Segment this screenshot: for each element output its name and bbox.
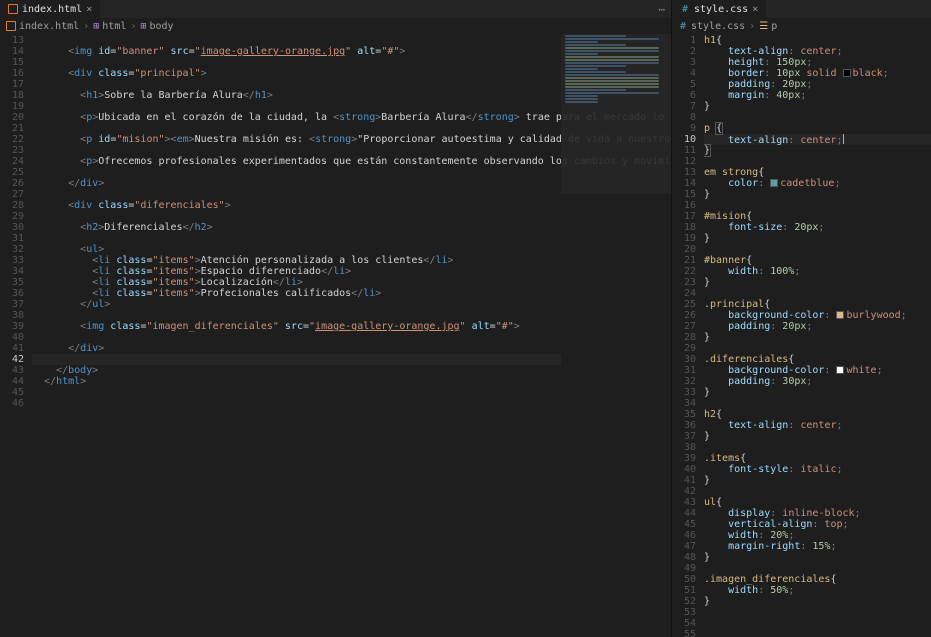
chevron-right-icon: › [749, 21, 755, 32]
line-gutter: 1234567891011121314151617181920212223242… [672, 34, 704, 637]
editor-pane-right: style.css × style.css › ☰ p 123456789101… [672, 0, 931, 637]
tab-style-css[interactable]: style.css × [672, 0, 766, 18]
breadcrumb-item[interactable]: body [149, 21, 173, 32]
close-icon[interactable]: × [752, 4, 758, 15]
breadcrumb-item[interactable]: html [102, 21, 126, 32]
breadcrumb-tag-icon: ⊞ [93, 21, 99, 32]
editor-area-left[interactable]: 1314151617181920212223242526272829303132… [0, 34, 671, 637]
tab-overflow-icon[interactable]: ⋯ [658, 3, 671, 16]
css-rule-icon: ☰ [759, 21, 768, 32]
close-icon[interactable]: × [86, 4, 92, 15]
tab-label: index.html [22, 4, 82, 15]
html-file-icon [6, 21, 16, 31]
tab-label: style.css [694, 4, 748, 15]
chevron-right-icon: › [130, 21, 136, 32]
css-file-icon [680, 4, 690, 14]
breadcrumbs-left[interactable]: index.html › ⊞ html › ⊞ body [0, 18, 671, 34]
tab-bar-left: index.html × ⋯ [0, 0, 671, 18]
chevron-right-icon: › [83, 21, 89, 32]
tab-bar-right: style.css × [672, 0, 931, 18]
html-file-icon [8, 4, 18, 14]
editor-pane-left: index.html × ⋯ index.html › ⊞ html › ⊞ b… [0, 0, 672, 637]
css-file-icon [678, 21, 688, 31]
breadcrumb-item[interactable]: index.html [19, 21, 79, 32]
code-content[interactable]: h1{ text-align: center; height: 150px; b… [704, 34, 931, 637]
editor-area-right[interactable]: 1234567891011121314151617181920212223242… [672, 34, 931, 637]
tab-index-html[interactable]: index.html × [0, 0, 100, 18]
breadcrumb-item[interactable]: style.css [691, 21, 745, 32]
minimap-viewport[interactable] [561, 34, 671, 194]
minimap[interactable] [561, 34, 671, 637]
line-gutter: 1314151617181920212223242526272829303132… [0, 34, 32, 637]
breadcrumb-tag-icon: ⊞ [140, 21, 146, 32]
breadcrumbs-right[interactable]: style.css › ☰ p [672, 18, 931, 34]
breadcrumb-item[interactable]: p [771, 21, 777, 32]
